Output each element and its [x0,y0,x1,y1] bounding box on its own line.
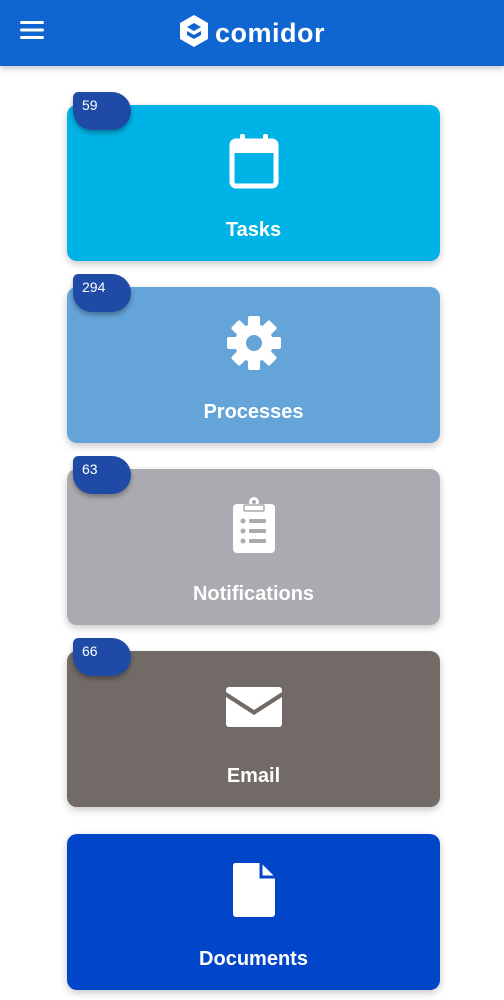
count-badge: 294 [73,274,131,312]
tile-documents[interactable]: Documents [67,834,440,990]
tile-notifications[interactable]: Notifications 63 [67,456,440,625]
tile-label: Notifications [192,583,315,605]
tile-label: Processes [203,401,304,423]
top-app-bar: comidor [0,0,504,66]
envelope-icon [67,677,440,737]
tile-email[interactable]: Email 66 [67,638,440,807]
app-root: comidor Tasks 59 Processes 294 Notificat… [0,0,504,1000]
comidor-logo-icon [179,14,209,53]
tile-label: Email [226,765,281,787]
clipboard-list-icon [67,495,440,555]
tile-processes[interactable]: Processes 294 [67,274,440,443]
tile-label: Tasks [225,219,282,241]
count-badge: 63 [73,456,131,494]
calendar-icon [67,131,440,191]
tile-tasks[interactable]: Tasks 59 [67,92,440,261]
count-badge: 66 [73,638,131,676]
tile-label: Documents [199,948,308,970]
count-badge: 59 [73,92,131,130]
document-icon [67,860,440,920]
gear-icon [67,313,440,373]
brand-logo: comidor [0,13,504,53]
brand-name: comidor [214,17,325,48]
